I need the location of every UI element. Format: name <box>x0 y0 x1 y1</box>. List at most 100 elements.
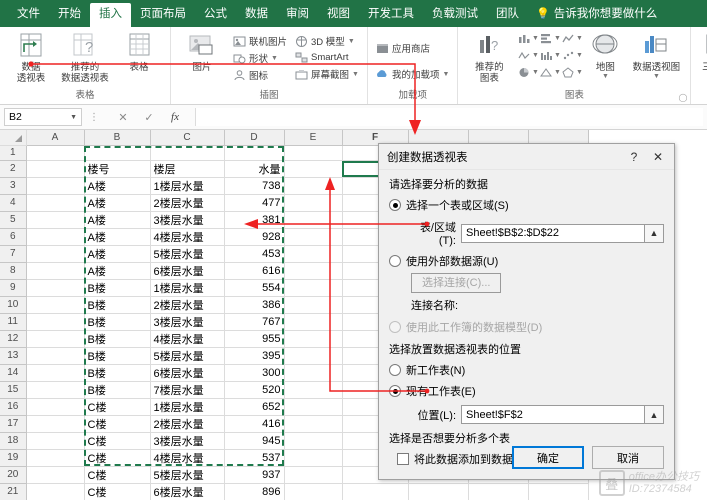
cell-e-16[interactable] <box>284 398 343 416</box>
cell-a-8[interactable] <box>26 262 85 280</box>
menu-item-developer[interactable]: 开发工具 <box>359 3 423 27</box>
cell-c-8[interactable]: 6楼层水量 <box>150 262 225 280</box>
cell-a-15[interactable] <box>26 381 85 399</box>
cell-e-12[interactable] <box>284 330 343 348</box>
row-header-16[interactable]: 16 <box>0 398 27 416</box>
cell-b-11[interactable]: B楼 <box>84 313 151 331</box>
chart-type-stock-button[interactable]: ▼ <box>517 47 539 64</box>
cell-e-2[interactable] <box>284 160 343 178</box>
cell-d-5[interactable]: 381 <box>224 211 285 229</box>
cell-d-16[interactable]: 652 <box>224 398 285 416</box>
cell-b-19[interactable]: C楼 <box>84 449 151 467</box>
cell-a-17[interactable] <box>26 415 85 433</box>
cell-c-14[interactable]: 6楼层水量 <box>150 364 225 382</box>
cell-d-14[interactable]: 300 <box>224 364 285 382</box>
cell-c-6[interactable]: 4楼层水量 <box>150 228 225 246</box>
cell-e-6[interactable] <box>284 228 343 246</box>
cell-d-12[interactable]: 955 <box>224 330 285 348</box>
menu-item-insert[interactable]: 插入 <box>90 3 131 27</box>
cell-c-7[interactable]: 5楼层水量 <box>150 245 225 263</box>
cell-h-21[interactable] <box>468 483 529 500</box>
close-icon[interactable]: ✕ <box>646 146 670 168</box>
cell-c-21[interactable]: 6楼层水量 <box>150 483 225 500</box>
3d-model-button[interactable]: 3D 模型 ▼ <box>292 33 362 49</box>
ok-button[interactable]: 确定 <box>512 446 584 469</box>
cell-a-20[interactable] <box>26 466 85 484</box>
cell-c-3[interactable]: 1楼层水量 <box>150 177 225 195</box>
cell-e-10[interactable] <box>284 296 343 314</box>
cell-b-7[interactable]: A楼 <box>84 245 151 263</box>
location-picker-icon[interactable]: ▲ <box>645 405 664 424</box>
cell-a-11[interactable] <box>26 313 85 331</box>
cell-a-19[interactable] <box>26 449 85 467</box>
range-picker-icon[interactable]: ▲ <box>645 223 664 243</box>
cell-g-21[interactable] <box>408 483 469 500</box>
cell-d-3[interactable]: 738 <box>224 177 285 195</box>
cell-c-16[interactable]: 1楼层水量 <box>150 398 225 416</box>
cell-d-8[interactable]: 616 <box>224 262 285 280</box>
picture-button[interactable]: 图片 <box>176 30 228 73</box>
row-header-6[interactable]: 6 <box>0 228 27 246</box>
cell-e-15[interactable] <box>284 381 343 399</box>
cell-b-13[interactable]: B楼 <box>84 347 151 365</box>
menu-item-page-layout[interactable]: 页面布局 <box>131 3 195 27</box>
fx-icon[interactable]: fx <box>169 111 181 123</box>
my-addins-button[interactable]: 我的加载项 ▼ <box>373 66 452 82</box>
column-header-c[interactable]: C <box>150 130 225 146</box>
column-header-a[interactable]: A <box>26 130 85 146</box>
cell-e-9[interactable] <box>284 279 343 297</box>
cell-c-10[interactable]: 2楼层水量 <box>150 296 225 314</box>
shapes-button[interactable]: 形状 ▼ <box>230 50 290 66</box>
row-header-1[interactable]: 1 <box>0 145 27 161</box>
recommended-charts-button[interactable]: ? 推荐的 图表 <box>463 30 515 84</box>
chart-type-line-button[interactable]: ▼ <box>561 30 583 47</box>
chart-type-surface-button[interactable]: ▼ <box>539 64 561 81</box>
cell-a-13[interactable] <box>26 347 85 365</box>
cell-c-19[interactable]: 4楼层水量 <box>150 449 225 467</box>
cell-a-2[interactable] <box>26 160 85 178</box>
cell-e-14[interactable] <box>284 364 343 382</box>
cell-b-14[interactable]: B楼 <box>84 364 151 382</box>
row-header-12[interactable]: 12 <box>0 330 27 348</box>
cell-b-3[interactable]: A楼 <box>84 177 151 195</box>
confirm-icon[interactable]: ✓ <box>143 111 155 124</box>
name-box[interactable]: B2 ▼ <box>4 108 82 126</box>
menu-item-review[interactable]: 审阅 <box>277 3 318 27</box>
cell-c-1[interactable] <box>150 145 225 161</box>
chart-type-column-button[interactable]: ▼ <box>517 30 539 47</box>
chart-type-hist-button[interactable]: ▼ <box>539 47 561 64</box>
table-button[interactable]: 表格 <box>113 30 165 73</box>
cell-e-4[interactable] <box>284 194 343 212</box>
cell-e-20[interactable] <box>284 466 343 484</box>
cell-d-4[interactable]: 477 <box>224 194 285 212</box>
row-header-7[interactable]: 7 <box>0 245 27 263</box>
row-header-19[interactable]: 19 <box>0 449 27 467</box>
row-header-21[interactable]: 21 <box>0 483 27 500</box>
tell-me-box[interactable]: 💡 告诉我你想要做什么 <box>528 3 666 27</box>
cell-a-21[interactable] <box>26 483 85 500</box>
cell-a-9[interactable] <box>26 279 85 297</box>
cancel-button[interactable]: 取消 <box>592 446 664 469</box>
cell-a-5[interactable] <box>26 211 85 229</box>
cell-d-10[interactable]: 386 <box>224 296 285 314</box>
cell-b-1[interactable] <box>84 145 151 161</box>
cell-d-15[interactable]: 520 <box>224 381 285 399</box>
formula-input[interactable] <box>195 108 703 126</box>
column-header-d[interactable]: D <box>224 130 285 146</box>
cell-a-14[interactable] <box>26 364 85 382</box>
cancel-icon[interactable]: ✕ <box>117 111 129 124</box>
menu-item-file[interactable]: 文件 <box>8 3 49 27</box>
cell-e-5[interactable] <box>284 211 343 229</box>
cell-c-18[interactable]: 3楼层水量 <box>150 432 225 450</box>
radio-external-source[interactable]: 使用外部数据源(U) <box>389 253 664 269</box>
3d-map-button[interactable]: 三维地 图 ▼ <box>696 30 707 91</box>
cell-d-11[interactable]: 767 <box>224 313 285 331</box>
cell-c-9[interactable]: 1楼层水量 <box>150 279 225 297</box>
row-header-8[interactable]: 8 <box>0 262 27 280</box>
menu-item-formulas[interactable]: 公式 <box>195 3 236 27</box>
cell-d-19[interactable]: 537 <box>224 449 285 467</box>
cell-e-1[interactable] <box>284 145 343 161</box>
cell-b-17[interactable]: C楼 <box>84 415 151 433</box>
menu-item-home[interactable]: 开始 <box>49 3 90 27</box>
cell-b-20[interactable]: C楼 <box>84 466 151 484</box>
